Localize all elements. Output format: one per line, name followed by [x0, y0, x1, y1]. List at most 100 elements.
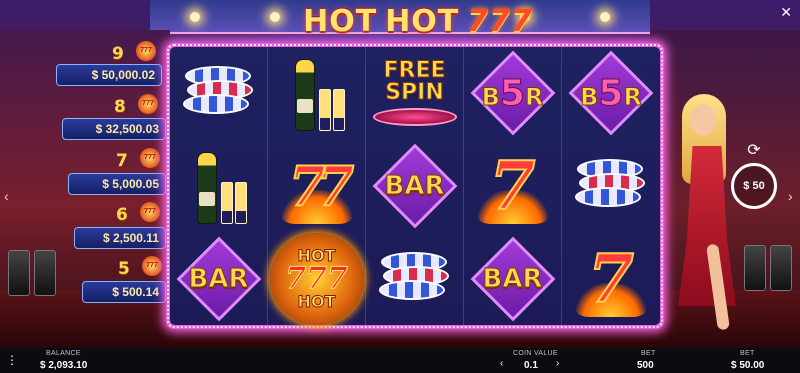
jackpot-row: $ 5,000.05	[68, 173, 166, 195]
wild-hot-bottom: HOT	[297, 291, 336, 311]
reel-cell: B5R	[562, 47, 660, 140]
jackpot-777-badge-icon: 777	[142, 256, 162, 276]
bottle-label	[198, 191, 215, 206]
seven-glyph: 7	[489, 146, 537, 225]
ceiling-light	[190, 12, 200, 22]
poker-chip-icon	[378, 279, 445, 300]
bottle-label	[296, 99, 313, 114]
reel-cell: 77	[268, 139, 366, 233]
poker-chip-icon	[575, 186, 641, 207]
bar-text: BAR	[384, 170, 445, 201]
double-seven-symbol: 77	[274, 146, 360, 226]
close-icon[interactable]: ✕	[780, 4, 792, 21]
reel-cell: BAR	[366, 139, 464, 233]
character-face	[690, 104, 716, 136]
seven-symbol: 7	[568, 239, 654, 319]
reel-cell: HOT 777 HOT	[268, 232, 366, 325]
champagne-symbol	[189, 144, 249, 228]
chips-symbol	[573, 158, 649, 213]
champagne-glass-icon	[220, 181, 233, 224]
jackpot-777-badge-icon: 777	[140, 202, 160, 222]
reel-cell	[170, 47, 268, 140]
champagne-bottle-icon	[294, 59, 315, 132]
wild-777: 777	[285, 260, 349, 296]
coin-value-label: COIN VALUE	[513, 350, 558, 357]
seven-symbol: 7	[470, 146, 556, 226]
free-spin-line-1: FREE	[383, 58, 446, 84]
reel-cell: BAR	[170, 232, 268, 325]
chips-symbol	[377, 251, 453, 306]
background-slot-machine	[744, 245, 766, 291]
autoplay-value: 50	[752, 180, 765, 192]
b5r-text: B5R	[580, 72, 643, 114]
reel-cell	[562, 140, 660, 233]
b5r-symbol: B5R	[469, 50, 557, 136]
b5r-text: B5R	[481, 72, 544, 114]
ceiling-light	[600, 12, 610, 22]
autoplay-button[interactable]: $ 50	[731, 163, 777, 209]
champagne-bottle-icon	[196, 151, 217, 224]
jackpot-amount: $ 5,000.05	[102, 177, 159, 191]
menu-icon[interactable]: ⋮	[6, 353, 18, 367]
background-slot-machine	[770, 245, 792, 291]
jackpot-count: 8	[114, 97, 126, 117]
balance-label: BALANCE	[46, 350, 81, 357]
champagne-symbol	[287, 51, 347, 135]
free-spin-text: FREE SPIN	[383, 58, 446, 106]
logo-word-hot-1: HOT	[303, 3, 378, 39]
free-spin-pedestal	[372, 108, 457, 127]
chips-symbol	[181, 66, 257, 120]
reel-cell	[268, 47, 366, 140]
reel-frame: FREE SPIN B5R B5R 77 BAR 7 BAR HOT 777 HOT BAR 7	[166, 43, 664, 329]
bar-text: BAR	[482, 263, 543, 294]
reel-cell: BAR	[464, 232, 562, 325]
b5r-letter-b: B	[481, 82, 500, 111]
jackpot-count: 9	[112, 44, 124, 64]
poker-chip-icon	[182, 94, 249, 115]
bottom-bar: ⋮ BALANCE $ 2,093.10 COIN VALUE ‹ 0.1 › …	[0, 348, 800, 373]
bar-symbol: BAR	[469, 236, 557, 322]
reel-cell: B5R	[464, 47, 562, 140]
jackpot-777-badge-icon: 777	[138, 94, 158, 114]
logo-word-hot-2: HOT	[385, 3, 460, 39]
ceiling-light	[270, 12, 280, 22]
reel-cell: 7	[562, 232, 660, 325]
reel-cell: 7	[464, 139, 562, 233]
champagne-glass-icon	[234, 181, 247, 224]
coin-increase-icon[interactable]: ›	[556, 358, 559, 369]
free-spin-line-2: SPIN	[385, 80, 445, 106]
b5r-five: 5	[598, 72, 624, 114]
jackpot-count: 6	[116, 205, 128, 225]
bet-coins-label: BET	[641, 350, 656, 357]
left-arrow-icon[interactable]: ‹	[4, 188, 9, 204]
bet-money-label: BET	[740, 350, 755, 357]
jackpot-row: $ 50,000.02	[56, 64, 162, 86]
b5r-letter-b: B	[580, 82, 599, 111]
jackpot-amount: $ 500.14	[112, 285, 159, 299]
right-arrow-icon[interactable]: ›	[788, 188, 793, 204]
background-slot-machine	[8, 250, 30, 296]
b5r-symbol: B5R	[567, 50, 655, 136]
reel-cell: FREE SPIN	[366, 47, 464, 140]
jackpot-amount: $ 2,500.11	[102, 231, 159, 245]
bet-coins-value: 500	[637, 360, 654, 371]
reel-cell	[170, 139, 268, 233]
bar-symbol: BAR	[175, 236, 263, 322]
bet-money-value: $ 50.00	[731, 360, 765, 371]
jackpot-amount: $ 32,500.03	[95, 122, 159, 136]
jackpot-count: 5	[118, 259, 130, 279]
coin-value: 0.1	[524, 360, 538, 371]
coin-decrease-icon[interactable]: ‹	[500, 358, 503, 369]
seven-glyph: 7	[587, 239, 635, 318]
hot-hot-777-wild-symbol: HOT 777 HOT	[269, 232, 364, 325]
balance-value: $ 2,093.10	[40, 360, 88, 371]
jackpot-amount: $ 50,000.02	[91, 68, 155, 82]
bar-text: BAR	[188, 263, 249, 294]
jackpot-row: $ 32,500.03	[62, 118, 166, 140]
background-slot-machine	[34, 250, 56, 296]
jackpot-row: $ 500.14	[82, 281, 166, 303]
refresh-icon[interactable]: ⟳	[744, 140, 764, 160]
free-spin-symbol: FREE SPIN	[368, 48, 462, 138]
b5r-letter-r: R	[524, 82, 544, 111]
jackpot-777-badge-icon: 777	[136, 41, 156, 61]
